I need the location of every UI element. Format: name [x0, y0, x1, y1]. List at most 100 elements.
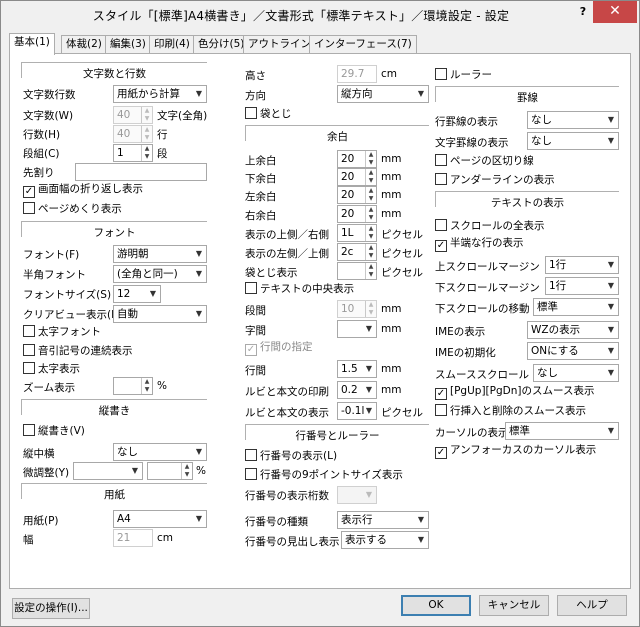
orientation-select[interactable]: 縦方向 ▼ — [337, 85, 429, 103]
chevron-down-icon: ▼ — [607, 302, 615, 311]
checkmark-icon: ✓ — [435, 447, 447, 459]
chevron-down-icon: ▼ — [149, 289, 157, 298]
line-count-stepper[interactable]: 40 ▲ ▼ — [113, 125, 153, 143]
line-number-checkbox[interactable]: 行番号の表示(L) — [245, 449, 337, 463]
bottom-margin-stepper[interactable]: 20 ▲ ▼ — [337, 168, 377, 186]
ime-init-select[interactable]: ONにする ▼ — [527, 342, 619, 360]
left-margin-stepper[interactable]: 20 ▲ ▼ — [337, 186, 377, 204]
sakiwari-input[interactable] — [75, 163, 207, 181]
column-gap-stepper[interactable]: 10 ▲ ▼ — [337, 300, 377, 318]
bottom-scroll-margin-label: 下スクロールマージン — [435, 282, 540, 294]
vertical-writing-checkbox[interactable]: 縦書き(V) — [23, 424, 85, 438]
bottom-scroll-margin-select[interactable]: 1行 ▼ — [545, 277, 619, 295]
display-top-right-stepper[interactable]: 1L ▲ ▼ — [337, 224, 377, 242]
ruler-checkbox[interactable]: ルーラー — [435, 68, 492, 82]
ruby-print-select[interactable]: 0.2 ▼ — [337, 381, 377, 399]
right-margin-stepper[interactable]: 20 ▲ ▼ — [337, 205, 377, 223]
long-sound-checkbox[interactable]: 音引記号の連続表示 — [23, 344, 133, 358]
line-number-heading-select[interactable]: 表示する ▼ — [341, 531, 429, 549]
spin-arrows-icon: ▲ ▼ — [365, 187, 376, 203]
fukuro-display-stepper[interactable]: ▲ ▼ — [337, 262, 377, 280]
bold-font-checkbox[interactable]: 太字フォント — [23, 325, 101, 339]
checkmark-icon: ✓ — [435, 240, 447, 252]
clearview-select[interactable]: 自動 ▼ — [113, 305, 207, 323]
fine-adjust-select[interactable]: ▼ — [73, 462, 143, 480]
font-select[interactable]: 游明朝 ▼ — [113, 245, 207, 263]
chevron-down-icon: ▼ — [365, 490, 373, 499]
tab-interface[interactable]: インターフェース(7) — [309, 35, 417, 54]
tab-edit[interactable]: 編集(3) — [105, 35, 151, 54]
char-count-stepper[interactable]: 40 ▲ ▼ — [113, 106, 153, 124]
chevron-down-icon: ▼ — [195, 447, 203, 456]
tab-print[interactable]: 印刷(4) — [149, 35, 195, 54]
char-gap-label: 字間 — [245, 325, 266, 337]
zoom-stepper[interactable]: ▲ ▼ — [113, 377, 153, 395]
section-margin: 余白 — [245, 125, 429, 143]
bottom-scroll-move-select[interactable]: 標準 ▼ — [533, 298, 619, 316]
height-label: 高さ — [245, 70, 266, 82]
paper-select[interactable]: A4 ▼ — [113, 510, 207, 528]
page-turn-checkbox[interactable]: ページめくり表示 — [23, 202, 122, 216]
half-font-select[interactable]: (全角と同一) ▼ — [113, 265, 207, 283]
section-line-number: 行番号とルーラー — [245, 424, 429, 442]
tab-layout[interactable]: 体裁(2) — [61, 35, 107, 54]
unfocus-cursor-checkbox[interactable]: ✓ アンフォーカスのカーソル表示 — [435, 444, 596, 459]
ime-display-select[interactable]: WZの表示 ▼ — [527, 321, 619, 339]
line-number-type-select[interactable]: 表示行 ▼ — [337, 511, 429, 529]
settings-operations-button[interactable]: 設定の操作(I)... — [12, 598, 90, 619]
pgupdn-smooth-checkbox[interactable]: ✓ [PgUp][PgDn]のスムース表示 — [435, 385, 594, 400]
column-gap-label: 段間 — [245, 305, 266, 317]
columns-stepper[interactable]: 1 ▲ ▼ — [113, 144, 153, 162]
insert-delete-smooth-checkbox[interactable]: 行挿入と削除のスムース表示 — [435, 404, 586, 418]
fine-adjust-stepper[interactable]: ▲ ▼ — [147, 462, 193, 480]
sakiwari-label: 先割り — [23, 167, 55, 179]
chevron-down-icon: ▼ — [417, 89, 425, 98]
tab-basic[interactable]: 基本(1) — [9, 33, 55, 55]
right-margin-label: 右余白 — [245, 210, 277, 222]
width-input[interactable]: 21 — [113, 529, 153, 547]
chevron-down-icon: ▼ — [607, 136, 615, 145]
wrap-display-checkbox[interactable]: ✓ 画面幅の折り返し表示 — [23, 183, 143, 198]
fukuro-display-label: 袋とじ表示 — [245, 267, 298, 279]
line-number-digits-select[interactable]: ▼ — [337, 486, 377, 504]
left-margin-unit: mm — [381, 189, 402, 201]
left-margin-label: 左余白 — [245, 191, 277, 203]
page-divider-checkbox[interactable]: ページの区切り線 — [435, 154, 534, 168]
top-scroll-margin-select[interactable]: 1行 ▼ — [545, 256, 619, 274]
display-left-top-stepper[interactable]: 2c ▲ ▼ — [337, 243, 377, 261]
display-top-right-label: 表示の上側／右側 — [245, 229, 329, 241]
chars-lines-select[interactable]: 用紙から計算 ▼ — [113, 85, 207, 103]
cursor-display-select[interactable]: 標準 ▼ — [505, 422, 619, 440]
chevron-down-icon: ▼ — [195, 309, 203, 318]
ruby-display-select[interactable]: -0.1l ▼ — [337, 402, 377, 420]
help-icon[interactable]: ? — [574, 1, 592, 23]
bold-display-checkbox[interactable]: 太字表示 — [23, 362, 80, 376]
ok-button[interactable]: OK — [401, 595, 471, 616]
top-margin-stepper[interactable]: 20 ▲ ▼ — [337, 150, 377, 168]
font-size-select[interactable]: 12 ▼ — [113, 285, 161, 303]
chevron-down-icon: ▼ — [607, 368, 615, 377]
cancel-button[interactable]: キャンセル — [479, 595, 549, 616]
char-gap-select[interactable]: ▼ — [337, 320, 377, 338]
line-number-9pt-checkbox[interactable]: 行番号の9ポイントサイズ表示 — [245, 468, 403, 482]
partial-line-checkbox[interactable]: ✓ 半端な行の表示 — [435, 237, 524, 252]
underline-checkbox[interactable]: アンダーラインの表示 — [435, 173, 555, 187]
tatechu-select[interactable]: なし ▼ — [113, 443, 207, 461]
char-rule-select[interactable]: なし ▼ — [527, 132, 619, 150]
help-button[interactable]: ヘルプ — [557, 595, 627, 616]
section-ruled-lines: 罫線 — [435, 86, 619, 104]
line-rule-select[interactable]: なし ▼ — [527, 111, 619, 129]
line-spacing-checkbox[interactable]: ✓ 行間の指定 — [245, 341, 313, 356]
char-count-unit: 文字(全角) — [157, 110, 208, 122]
chevron-down-icon: ▼ — [365, 406, 373, 415]
line-spacing-select[interactable]: 1.5 ▼ — [337, 360, 377, 378]
height-input[interactable]: 29.7 — [337, 65, 377, 83]
tab-color[interactable]: 色分け(5) — [193, 35, 250, 54]
fukuro-display-unit: ピクセル — [381, 267, 423, 279]
center-text-checkbox[interactable]: テキストの中央表示 — [245, 282, 354, 296]
chevron-down-icon: ▼ — [365, 385, 373, 394]
smooth-scroll-select[interactable]: なし ▼ — [533, 364, 619, 382]
fukuro-checkbox[interactable]: 袋とじ — [245, 107, 292, 121]
close-button[interactable]: ✕ — [593, 1, 637, 23]
scroll-all-checkbox[interactable]: スクロールの全表示 — [435, 219, 545, 233]
